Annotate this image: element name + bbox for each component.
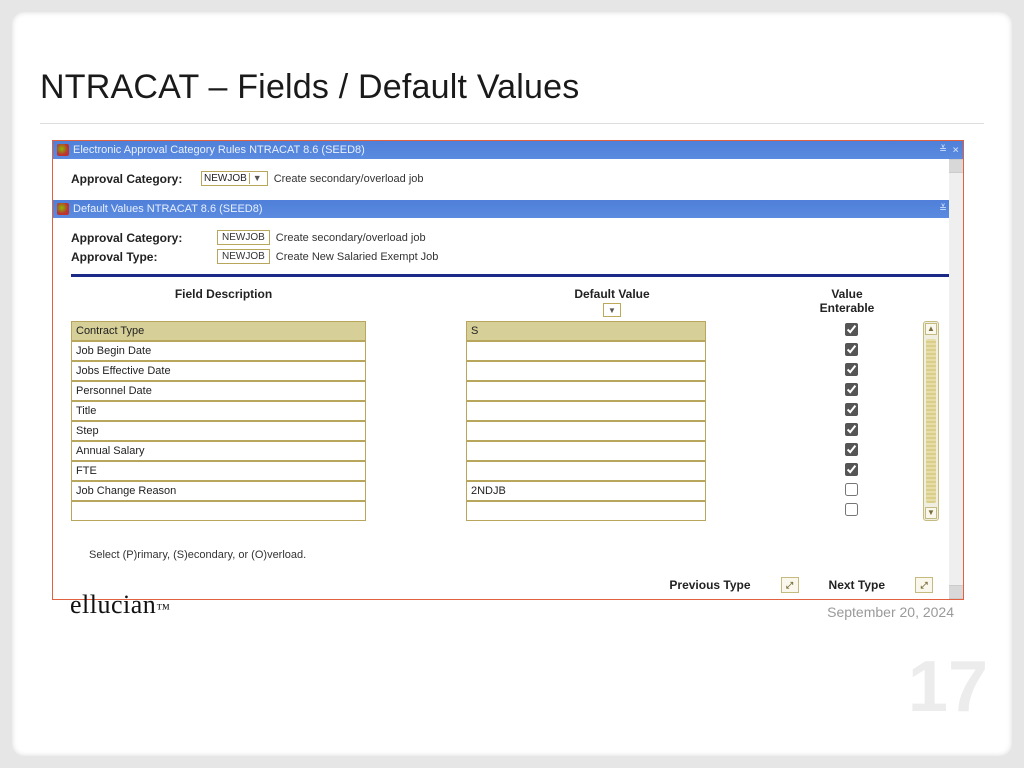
field-description-cell[interactable]: Title (71, 401, 366, 421)
field-description-cell[interactable]: FTE (71, 461, 366, 481)
window-title-main: Electronic Approval Category Rules NTRAC… (73, 141, 365, 159)
value-enterable-cell (806, 403, 896, 419)
window-titlebar-main: Electronic Approval Category Rules NTRAC… (53, 141, 963, 159)
value-enterable-cell (806, 323, 896, 339)
defaults-table: Field Description Default Value ▼ Value … (53, 287, 963, 561)
page-scroll-up[interactable] (949, 159, 963, 173)
value-enterable-checkbox[interactable] (845, 383, 858, 396)
approval-category-desc-2: Create secondary/overload job (276, 232, 426, 244)
value-enterable-cell (806, 363, 896, 379)
field-description-cell[interactable]: Jobs Effective Date (71, 361, 366, 381)
field-description-cell[interactable]: Personnel Date (71, 381, 366, 401)
col-header-default-value: Default Value (574, 287, 649, 301)
default-value-cell[interactable]: S (466, 321, 706, 341)
table-row[interactable]: Step (71, 421, 945, 441)
approval-type-desc: Create New Salaried Exempt Job (276, 251, 439, 263)
subheader-section: Approval Category: NEWJOB Create seconda… (53, 218, 963, 287)
scroll-down-icon[interactable]: ▼ (925, 507, 937, 519)
approval-category-code: NEWJOB (204, 173, 247, 184)
approval-category-dropdown[interactable]: NEWJOB ▼ (201, 171, 268, 186)
field-description-cell[interactable]: Job Begin Date (71, 341, 366, 361)
value-enterable-checkbox[interactable] (845, 443, 858, 456)
app-icon (57, 203, 69, 215)
col-header-field-description: Field Description (71, 287, 376, 317)
default-value-dropdown-icon[interactable]: ▼ (603, 303, 621, 317)
approval-category-code-2: NEWJOB (217, 230, 270, 245)
table-row[interactable]: Annual Salary (71, 441, 945, 461)
field-description-cell[interactable]: Step (71, 421, 366, 441)
value-enterable-checkbox[interactable] (845, 483, 858, 496)
approval-category-label: Approval Category: (71, 172, 195, 186)
value-enterable-cell (806, 483, 896, 499)
table-row[interactable] (71, 501, 945, 521)
col-header-value-enterable-l2: Enterable (820, 301, 875, 315)
value-enterable-cell (806, 463, 896, 479)
value-enterable-cell (806, 443, 896, 459)
value-enterable-cell (806, 423, 896, 439)
approval-category-label-2: Approval Category: (71, 231, 211, 245)
field-description-cell[interactable]: Job Change Reason (71, 481, 366, 501)
value-enterable-checkbox[interactable] (845, 463, 858, 476)
default-value-cell[interactable]: 2NDJB (466, 481, 706, 501)
chevron-down-icon[interactable]: ▼ (249, 173, 265, 184)
col-header-value-enterable-l1: Value (831, 287, 862, 301)
approval-type-label: Approval Type: (71, 250, 211, 264)
default-value-cell[interactable] (466, 441, 706, 461)
value-enterable-cell (806, 383, 896, 399)
default-value-cell[interactable] (466, 361, 706, 381)
slide-title: NTRACAT – Fields / Default Values (40, 68, 984, 107)
default-value-cell[interactable] (466, 341, 706, 361)
page-scrollbar[interactable] (949, 159, 963, 599)
field-description-cell[interactable] (71, 501, 366, 521)
header-section: Approval Category: NEWJOB ▼ Create secon… (53, 159, 963, 200)
table-row[interactable]: Job Begin Date (71, 341, 945, 361)
title-divider (40, 123, 984, 124)
default-value-cell[interactable] (466, 421, 706, 441)
section-divider (71, 274, 953, 277)
approval-category-desc: Create secondary/overload job (274, 173, 424, 185)
table-row[interactable]: Jobs Effective Date (71, 361, 945, 381)
app-icon (57, 144, 69, 156)
slide-date: September 20, 2024 (827, 604, 954, 620)
table-row[interactable]: Title (71, 401, 945, 421)
minimize-icon[interactable]: ≚ (940, 141, 947, 159)
brand-logo: ellucian™ (70, 590, 171, 619)
table-row[interactable]: Contract Type S (71, 321, 945, 341)
window-titlebar-sub: Default Values NTRACAT 8.6 (SEED8) ≚ × (53, 200, 963, 218)
default-value-cell[interactable] (466, 381, 706, 401)
value-enterable-checkbox[interactable] (845, 323, 858, 336)
window-title-sub: Default Values NTRACAT 8.6 (SEED8) (73, 200, 263, 218)
default-value-cell[interactable] (466, 461, 706, 481)
minimize-icon[interactable]: ≚ (940, 200, 947, 218)
table-row[interactable]: FTE (71, 461, 945, 481)
table-row[interactable]: Personnel Date (71, 381, 945, 401)
value-enterable-checkbox[interactable] (845, 363, 858, 376)
slide-number: 17 (908, 646, 988, 728)
app-screenshot: Electronic Approval Category Rules NTRAC… (52, 140, 964, 600)
hint-text: Select (P)rimary, (S)econdary, or (O)ver… (89, 549, 945, 561)
scroll-thumb[interactable] (926, 339, 936, 503)
value-enterable-cell (806, 343, 896, 359)
value-enterable-checkbox[interactable] (845, 503, 858, 516)
table-row[interactable]: Job Change Reason 2NDJB (71, 481, 945, 501)
default-value-cell[interactable] (466, 501, 706, 521)
default-value-cell[interactable] (466, 401, 706, 421)
field-description-cell[interactable]: Contract Type (71, 321, 366, 341)
field-description-cell[interactable]: Annual Salary (71, 441, 366, 461)
grid-rows: Contract Type S Job Begin DateJobs Effecti… (71, 321, 945, 521)
value-enterable-checkbox[interactable] (845, 343, 858, 356)
approval-type-code: NEWJOB (217, 249, 270, 264)
close-icon[interactable]: × (952, 141, 959, 159)
grid-scrollbar[interactable]: ▲ ▼ (923, 321, 939, 521)
value-enterable-cell (806, 503, 896, 519)
value-enterable-checkbox[interactable] (845, 403, 858, 416)
value-enterable-checkbox[interactable] (845, 423, 858, 436)
scroll-up-icon[interactable]: ▲ (925, 323, 937, 335)
